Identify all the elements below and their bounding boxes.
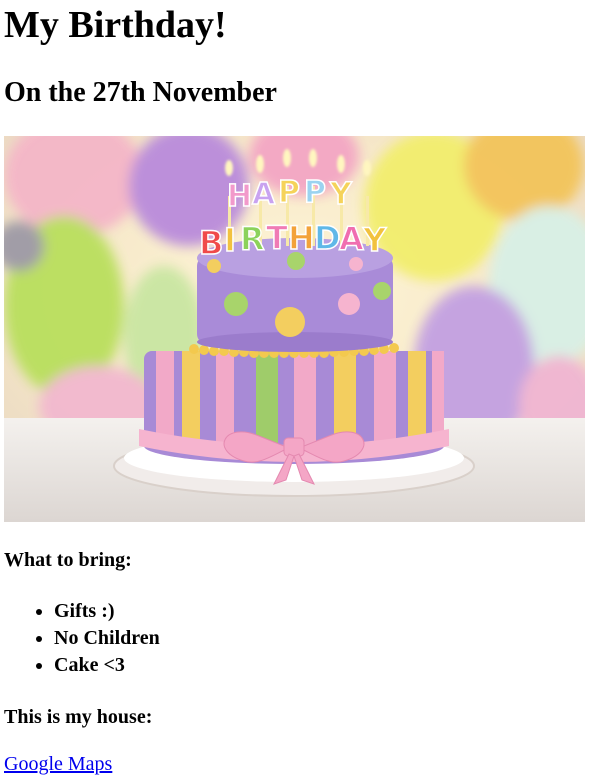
page-title: My Birthday! [4, 4, 227, 46]
house-heading: This is my house: [4, 706, 153, 728]
svg-text:H: H [227, 179, 252, 214]
date-heading: On the 27th November [4, 77, 277, 108]
google-maps-link[interactable]: Google Maps [4, 753, 112, 776]
list-item: No Children [54, 625, 587, 652]
svg-text:P: P [304, 175, 326, 210]
svg-text:P: P [278, 175, 300, 210]
svg-text:Y: Y [362, 221, 387, 259]
svg-text:A: A [252, 177, 276, 212]
svg-text:I: I [224, 221, 236, 259]
svg-text:H: H [288, 219, 315, 257]
svg-text:B: B [199, 224, 223, 262]
list-item: Gifts :) [54, 598, 587, 625]
svg-text:T: T [266, 219, 288, 257]
svg-text:A: A [339, 220, 364, 258]
svg-text:R: R [240, 220, 265, 258]
bring-list: Gifts :) No Children Cake <3 [4, 598, 587, 679]
bring-heading: What to bring: [4, 549, 132, 571]
svg-text:Y: Y [329, 177, 353, 212]
birthday-cake-image: H A P P Y B I R T H D A Y [4, 136, 585, 522]
list-item: Cake <3 [54, 652, 587, 679]
svg-text:D: D [314, 219, 341, 257]
